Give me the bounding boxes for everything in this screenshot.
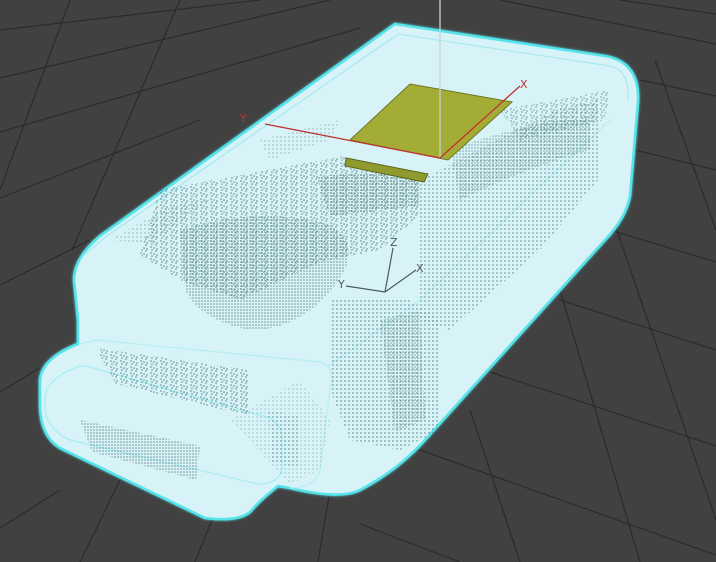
3d-viewport[interactable]: X Y Z X Y: [0, 0, 716, 562]
pivot-z-label: Z: [390, 236, 398, 249]
world-x-label: X: [520, 78, 528, 91]
viewport-scene[interactable]: X Y Z X Y: [0, 0, 716, 562]
usb-stick-mesh[interactable]: [38, 22, 640, 521]
pivot-y-label: Y: [337, 278, 345, 291]
pivot-x-label: X: [416, 262, 424, 275]
world-y-label: Y: [239, 112, 247, 125]
